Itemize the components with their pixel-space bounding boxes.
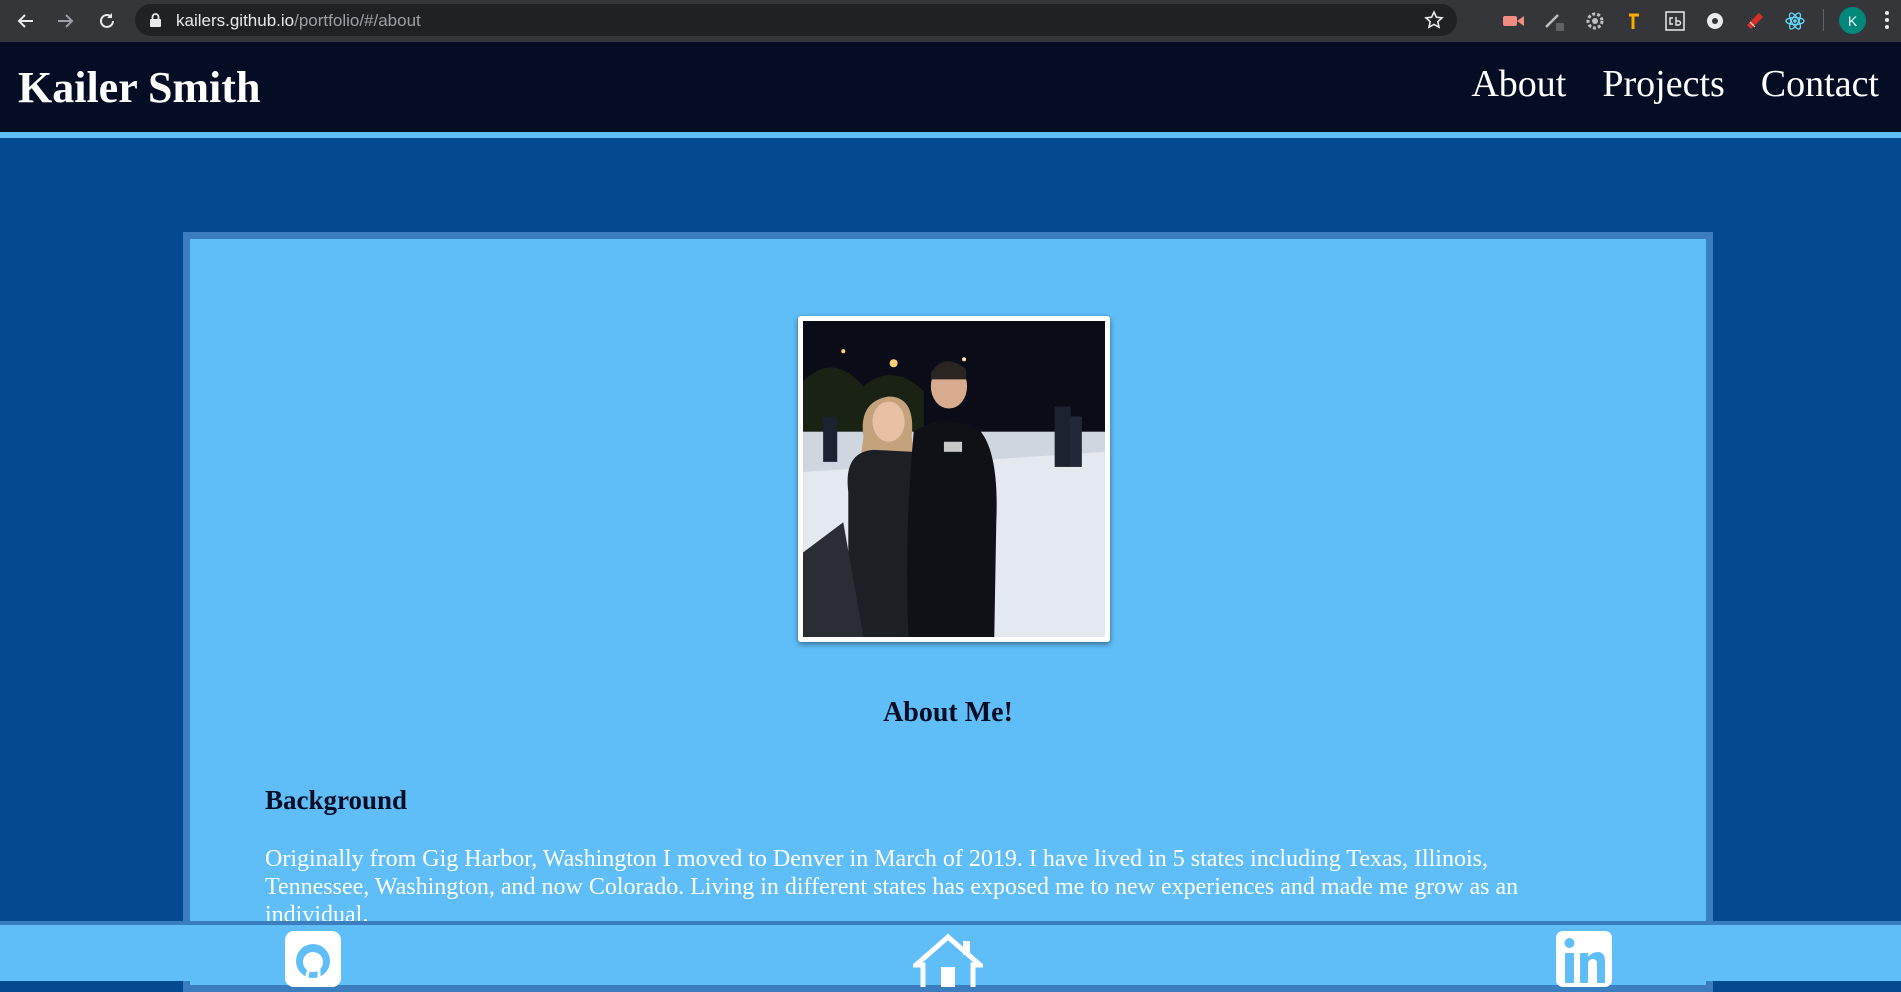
nav-link-projects[interactable]: Projects bbox=[1602, 62, 1724, 108]
react-devtools-icon[interactable] bbox=[1784, 10, 1806, 32]
kebab-menu-icon[interactable] bbox=[1884, 9, 1890, 36]
linkedin-icon[interactable] bbox=[1556, 931, 1612, 992]
video-extension-icon[interactable] bbox=[1503, 10, 1525, 32]
about-heading: About Me! bbox=[883, 697, 1013, 728]
browser-toolbar: kailers.github.io/portfolio/#/about K bbox=[0, 0, 1901, 42]
profile-avatar[interactable]: K bbox=[1839, 7, 1866, 34]
github-icon[interactable] bbox=[285, 931, 341, 992]
url-path: /portfolio/#/about bbox=[294, 11, 421, 30]
star-icon[interactable] bbox=[1424, 10, 1444, 35]
nav-link-contact[interactable]: Contact bbox=[1761, 62, 1879, 108]
hammer-extension-icon[interactable] bbox=[1624, 10, 1646, 32]
gear-extension-icon[interactable] bbox=[1584, 10, 1606, 32]
pen-extension-icon[interactable] bbox=[1543, 10, 1565, 32]
about-card: About Me! Background Originally from Gig… bbox=[183, 232, 1713, 992]
url-text: kailers.github.io/portfolio/#/about bbox=[176, 11, 421, 31]
back-arrow-icon[interactable] bbox=[14, 9, 38, 33]
address-bar[interactable]: kailers.github.io/portfolio/#/about bbox=[135, 4, 1457, 36]
profile-photo-frame bbox=[798, 316, 1110, 642]
site-footer bbox=[0, 921, 1901, 992]
site-brand[interactable]: Kailer Smith bbox=[18, 62, 260, 115]
background-heading: Background bbox=[265, 785, 408, 815]
reload-icon[interactable] bbox=[95, 9, 119, 33]
profile-photo bbox=[803, 321, 1105, 637]
home-icon[interactable] bbox=[909, 931, 987, 992]
cb-extension-icon[interactable] bbox=[1664, 10, 1686, 32]
toolbar-divider bbox=[1823, 9, 1824, 31]
url-host: kailers.github.io bbox=[176, 11, 295, 30]
ruby-extension-icon[interactable] bbox=[1744, 10, 1766, 32]
circle-extension-icon[interactable] bbox=[1704, 10, 1726, 32]
background-paragraph: Originally from Gig Harbor, Washington I… bbox=[265, 846, 1519, 928]
site-header: Kailer Smith About Projects Contact bbox=[0, 42, 1901, 138]
nav-link-about[interactable]: About bbox=[1471, 62, 1566, 108]
forward-arrow-icon[interactable] bbox=[53, 9, 77, 33]
lock-icon bbox=[149, 12, 162, 33]
main-nav: About Projects Contact bbox=[1471, 62, 1879, 108]
